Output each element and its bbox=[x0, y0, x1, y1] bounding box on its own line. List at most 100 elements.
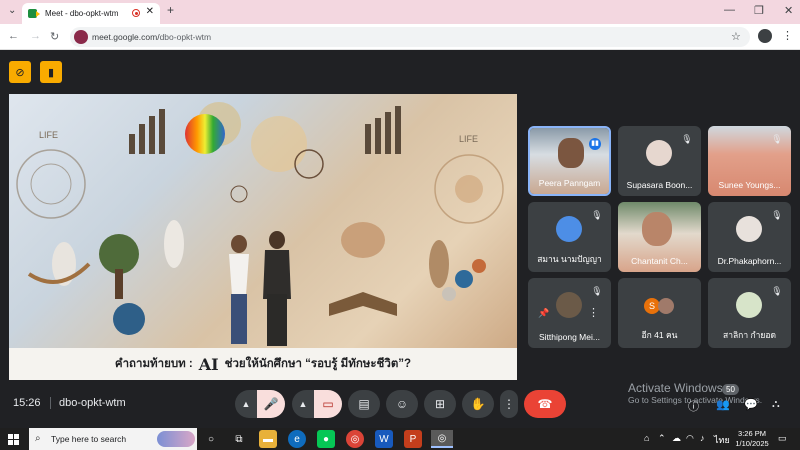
audio-options-chevron-icon[interactable]: ▲ bbox=[235, 390, 257, 418]
word-icon[interactable]: W bbox=[375, 430, 393, 448]
search-icon: ⌕ bbox=[35, 433, 41, 444]
people-tray-icon[interactable]: ⌂ bbox=[644, 433, 649, 443]
meeting-clock: 15:26 bbox=[13, 397, 41, 409]
notifications-icon[interactable]: ▭ bbox=[778, 433, 787, 444]
chrome-icon[interactable]: ◎ bbox=[346, 430, 364, 448]
raise-hand-button[interactable]: ✋ bbox=[462, 390, 494, 418]
activities-icon[interactable]: ⛬ bbox=[772, 398, 780, 411]
address-path: dbo-opkt-wtm bbox=[159, 32, 212, 42]
emoji-reactions-button[interactable]: ☺ bbox=[386, 390, 418, 418]
tab-meet[interactable]: Meet - dbo-opkt-wtm ✕ bbox=[22, 3, 160, 24]
volume-icon[interactable]: ♪ bbox=[700, 433, 705, 443]
participant-tile-9[interactable]: 🎙 สาลิกา กำยอด bbox=[708, 278, 791, 348]
others-avatar-2 bbox=[658, 298, 674, 314]
camera-off-indicator-icon[interactable]: ⊘ bbox=[9, 61, 31, 83]
presentation-caption: คำถามท้ายบท : AI ช่วยให้นักศึกษา “รอบรู้… bbox=[9, 348, 517, 380]
speaking-indicator-icon: ▮▮ bbox=[589, 138, 601, 150]
system-clock[interactable]: 3:26 PM 1/10/2025 bbox=[734, 429, 770, 449]
microphone-off-button[interactable]: 🎤 bbox=[257, 390, 285, 418]
avatar bbox=[736, 216, 762, 242]
participant-tile-5[interactable]: Chantanit Ch... bbox=[618, 202, 701, 272]
window-close-icon[interactable]: ✕ bbox=[784, 4, 793, 17]
pin-icon[interactable]: 📌 bbox=[538, 308, 549, 319]
participant-tile-1[interactable]: ▮▮ Peera Panngam bbox=[528, 126, 611, 196]
clock-date: 1/10/2025 bbox=[735, 439, 769, 448]
tab-search-icon[interactable]: ⌄ bbox=[8, 5, 16, 16]
tab-close-icon[interactable]: ✕ bbox=[146, 6, 154, 17]
avatar bbox=[646, 140, 672, 166]
people-icon[interactable]: 👥 bbox=[716, 398, 730, 411]
leave-call-button[interactable]: ☎ bbox=[524, 390, 566, 418]
caption-rest: ช่วยให้นักศึกษา “รอบรู้ มีทักษะชีวิต”? bbox=[224, 358, 412, 370]
people-count-badge: 50 bbox=[722, 384, 739, 395]
mic-muted-icon: 🎙 bbox=[771, 210, 783, 220]
address-bar-row: ← → ↻ meet.google.com/dbo-opkt-wtm ☆ ⋮ bbox=[0, 24, 800, 50]
file-explorer-icon[interactable]: ▬ bbox=[259, 430, 277, 448]
life-right-text: LIFE bbox=[459, 134, 479, 144]
caption-ai: AI bbox=[198, 354, 219, 374]
participant-tile-6[interactable]: 🎙 Dr.Phakaphorn... bbox=[708, 202, 791, 272]
participant-name: อีก 41 คน bbox=[641, 330, 678, 340]
meet-favicon-icon bbox=[28, 9, 40, 18]
chat-icon[interactable]: 💬 bbox=[744, 398, 758, 411]
camera-off-button[interactable]: ▭ bbox=[314, 390, 342, 418]
input-language[interactable]: ไทย bbox=[714, 433, 730, 447]
participant-tile-7[interactable]: 🎙 📌 ⋮ Sitthipong Mei... bbox=[528, 278, 611, 348]
participant-name: Chantanit Ch... bbox=[631, 256, 688, 266]
wifi-icon[interactable]: ◠ bbox=[686, 433, 694, 444]
windows-start-icon[interactable] bbox=[8, 434, 19, 445]
presentation-artwork bbox=[16, 102, 504, 346]
shared-presentation: LIFE LIFE คำถามท้ายบท : AI ช่วยให้นักศึก… bbox=[9, 94, 517, 380]
reload-icon[interactable]: ↻ bbox=[50, 30, 59, 43]
participant-name: Supasara Boon... bbox=[626, 180, 693, 190]
forward-icon[interactable]: → bbox=[30, 30, 41, 42]
restore-icon[interactable]: ❐ bbox=[754, 4, 764, 17]
tab-bar: ⌄ Meet - dbo-opkt-wtm ✕ + — ❐ ✕ bbox=[0, 0, 800, 24]
present-screen-button[interactable]: ⊞ bbox=[424, 390, 456, 418]
participant-name: สมาน นามปัญญา bbox=[537, 254, 602, 264]
participant-tile-4[interactable]: 🎙 สมาน นามปัญญา bbox=[528, 202, 611, 272]
more-options-icon[interactable]: ⋮ bbox=[588, 306, 599, 319]
participant-name: Sunee Youngs... bbox=[718, 180, 781, 190]
tab-title: Meet - dbo-opkt-wtm bbox=[45, 9, 119, 18]
caption-question: คำถามท้ายบท : bbox=[114, 358, 193, 370]
browser-menu-icon[interactable]: ⋮ bbox=[782, 29, 793, 42]
mic-muted-icon: 🎙 bbox=[771, 286, 783, 296]
participant-face bbox=[558, 138, 584, 168]
captions-button[interactable]: ▤ bbox=[348, 390, 380, 418]
participant-name: Peera Panngam bbox=[538, 178, 601, 188]
participant-tile-3[interactable]: 🎙 Sunee Youngs... bbox=[708, 126, 791, 196]
participant-tile-2[interactable]: 🎙 Supasara Boon... bbox=[618, 126, 701, 196]
chrome-active-icon[interactable]: ◎ bbox=[431, 430, 453, 448]
participant-face bbox=[642, 212, 672, 246]
line-icon[interactable]: ● bbox=[317, 430, 335, 448]
taskbar-search-input[interactable]: ⌕ Type here to search bbox=[29, 428, 197, 450]
cortana-icon[interactable]: ○ bbox=[202, 430, 220, 448]
task-view-icon[interactable]: ⧉ bbox=[230, 430, 248, 448]
new-tab-button[interactable]: + bbox=[167, 3, 174, 17]
meeting-info-icon[interactable]: ▮ bbox=[40, 61, 62, 83]
mic-muted-icon: 🎙 bbox=[591, 286, 603, 296]
edge-icon[interactable]: e bbox=[288, 430, 306, 448]
cloud-icon[interactable]: ☁ bbox=[672, 433, 681, 444]
show-hidden-icons-icon[interactable]: ⌃ bbox=[658, 433, 666, 444]
meeting-code: dbo-opkt-wtm bbox=[50, 397, 126, 409]
more-options-button[interactable]: ⋮ bbox=[500, 390, 518, 418]
address-input[interactable]: meet.google.com/dbo-opkt-wtm bbox=[70, 27, 750, 47]
clock-time: 3:26 PM bbox=[738, 429, 766, 438]
powerpoint-icon[interactable]: P bbox=[404, 430, 422, 448]
back-icon[interactable]: ← bbox=[8, 30, 19, 42]
participant-tile-others[interactable]: S อีก 41 คน bbox=[618, 278, 701, 348]
windows-taskbar: ⌕ Type here to search ○ ⧉ ▬ e ● ◎ W P ◎ … bbox=[0, 428, 800, 450]
meeting-details-icon[interactable]: ⓘ bbox=[688, 398, 699, 414]
site-info-icon[interactable] bbox=[74, 30, 88, 44]
participant-name: สาลิกา กำยอด bbox=[723, 330, 776, 340]
avatar bbox=[556, 216, 582, 242]
bookmark-star-icon[interactable]: ☆ bbox=[731, 30, 741, 43]
search-highlight-image bbox=[157, 431, 195, 447]
mic-muted-icon: 🎙 bbox=[681, 134, 693, 144]
video-options-chevron-icon[interactable]: ▲ bbox=[292, 390, 314, 418]
profile-avatar[interactable] bbox=[758, 29, 772, 43]
minimize-icon[interactable]: — bbox=[724, 4, 735, 16]
participant-name: Sitthipong Mei... bbox=[539, 332, 600, 342]
